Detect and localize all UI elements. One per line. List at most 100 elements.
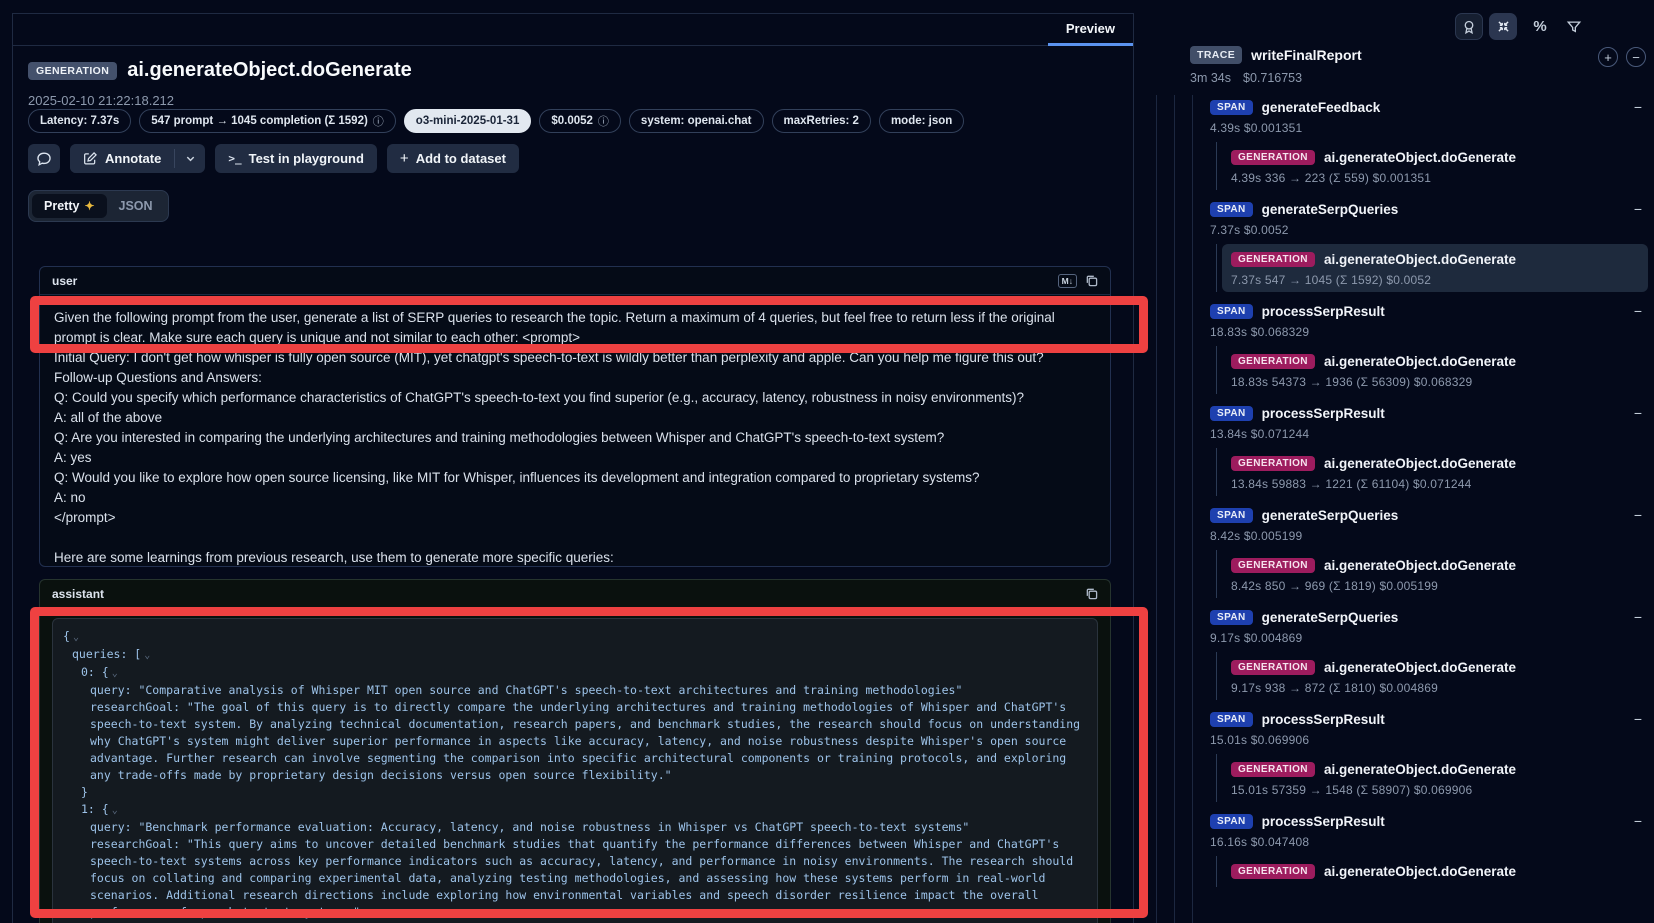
generation-title: ai.generateObject.doGenerate — [1324, 558, 1516, 573]
trace-tree-span-node[interactable]: SPAN generateSerpQueries − 9.17s $0.0048… — [1204, 607, 1654, 700]
scores-percent-button[interactable]: % — [1526, 13, 1554, 40]
trace-tree-span-node[interactable]: SPAN processSerpResult − 16.16s $0.04740… — [1204, 811, 1654, 887]
trace-tree-span-node[interactable]: SPAN generateSerpQueries − 7.37s $0.0052… — [1204, 199, 1654, 292]
filter-button[interactable] — [1560, 13, 1588, 40]
trace-tree-span-node[interactable]: SPAN generateFeedback − 4.39s $0.001351 … — [1204, 97, 1654, 190]
collapse-node-icon[interactable]: − — [1634, 99, 1642, 115]
generation-title: ai.generateObject.doGenerate — [1324, 354, 1516, 369]
comment-button[interactable] — [28, 144, 60, 173]
generation-type-badge: GENERATION — [1231, 558, 1315, 573]
assistant-message-card: assistant {⌄queries: [⌄0: {⌄query: "Comp… — [39, 579, 1111, 923]
collapse-node-icon[interactable]: − — [1634, 507, 1642, 523]
json-line: researchGoal: "The goal of this query is… — [63, 699, 1087, 784]
span-title: processSerpResult — [1262, 406, 1385, 421]
generation-detail-panel: Preview GENERATION ai.generateObject.doG… — [12, 13, 1134, 923]
trace-duration: 3m 34s — [1190, 71, 1231, 85]
collapse-json-icon[interactable]: ⌄ — [144, 650, 150, 661]
collapse-node-icon[interactable]: − — [1634, 303, 1642, 319]
award-ribbon-icon — [1461, 19, 1477, 35]
trace-tree-generation-node[interactable]: GENERATION ai.generateObject.doGenerate … — [1222, 244, 1648, 292]
copy-icon[interactable] — [1085, 587, 1098, 600]
collapse-json-icon[interactable]: ⌄ — [73, 632, 79, 643]
span-title: generateSerpQueries — [1262, 508, 1399, 523]
sparkles-icon: ✦ — [84, 199, 94, 213]
copy-icon[interactable] — [1085, 274, 1098, 287]
span-title: processSerpResult — [1262, 712, 1385, 727]
annotate-button[interactable]: Annotate — [70, 144, 174, 173]
json-line: query: "Benchmark performance evaluation… — [63, 819, 1087, 836]
generation-title: ai.generateObject.doGenerate — [1324, 456, 1516, 471]
tab-pretty[interactable]: Pretty ✦ — [32, 194, 107, 218]
generation-title: ai.generateObject.doGenerate — [1324, 762, 1516, 777]
percent-icon: % — [1533, 18, 1546, 35]
collapse-node-icon[interactable]: − — [1634, 609, 1642, 625]
span-title: generateSerpQueries — [1262, 610, 1399, 625]
trace-tree-span-node[interactable]: SPAN processSerpResult − 15.01s $0.06990… — [1204, 709, 1654, 802]
markdown-toggle-icon[interactable]: M↓ — [1058, 274, 1077, 288]
user-message-card: user M↓ Given the following prompt from … — [39, 266, 1111, 567]
generation-type-badge: GENERATION — [1231, 150, 1315, 165]
span-type-badge: SPAN — [1210, 814, 1253, 829]
generation-type-badge: GENERATION — [1231, 660, 1315, 675]
tab-preview[interactable]: Preview — [1048, 14, 1133, 46]
generation-metrics: 18.83s 54373 → 1936 (Σ 56309) $0.068329 — [1231, 375, 1639, 389]
generation-metrics: 8.42s 850 → 969 (Σ 1819) $0.005199 — [1231, 579, 1639, 593]
observation-type-badge: GENERATION — [28, 62, 117, 80]
add-to-dataset-button[interactable]: + Add to dataset — [387, 144, 519, 173]
chevron-down-icon — [185, 153, 196, 164]
trace-tree-generation-node[interactable]: GENERATION ai.generateObject.doGenerate … — [1222, 550, 1648, 598]
generation-type-badge: GENERATION — [1231, 354, 1315, 369]
span-metrics: 13.84s $0.071244 — [1210, 427, 1654, 441]
json-line: researchGoal: "This query aims to uncove… — [63, 836, 1087, 921]
metadata-pill: mode: json — [879, 109, 964, 133]
trace-tree-span-node[interactable]: SPAN processSerpResult − 13.84s $0.07124… — [1204, 403, 1654, 496]
collapse-json-icon[interactable]: ⌄ — [112, 805, 118, 816]
span-title: generateFeedback — [1262, 100, 1381, 115]
page-title: ai.generateObject.doGenerate — [127, 59, 412, 82]
metadata-pill: maxRetries: 2 — [772, 109, 871, 133]
tree-indent-guide — [1192, 95, 1193, 923]
generation-metrics: 7.37s 547 → 1045 (Σ 1592) $0.0052 — [1231, 273, 1639, 287]
trace-tree-generation-node[interactable]: GENERATION ai.generateObject.doGenerate … — [1222, 142, 1648, 190]
terminal-icon: >_ — [228, 152, 241, 165]
toolbar: Annotate >_ Test in playground + Add to … — [28, 144, 519, 173]
generation-type-badge: GENERATION — [1231, 456, 1315, 471]
collapse-all-button[interactable]: − — [1626, 47, 1646, 67]
trace-tree-span-node[interactable]: SPAN generateSerpQueries − 8.42s $0.0051… — [1204, 505, 1654, 598]
trace-tree-generation-node[interactable]: GENERATION ai.generateObject.doGenerate … — [1222, 754, 1648, 802]
expand-all-button[interactable]: + — [1598, 47, 1618, 67]
trace-tree-generation-node[interactable]: GENERATION ai.generateObject.doGenerate — [1222, 856, 1648, 887]
pencil-square-icon — [83, 151, 98, 166]
trace-metrics: 3m 34s $0.716753 — [1190, 71, 1302, 85]
trace-tree-generation-node[interactable]: GENERATION ai.generateObject.doGenerate … — [1222, 652, 1648, 700]
test-in-playground-button[interactable]: >_ Test in playground — [215, 144, 377, 173]
collapse-panel-button[interactable] — [1489, 13, 1517, 40]
trace-cost: $0.716753 — [1243, 71, 1302, 85]
generation-title: ai.generateObject.doGenerate — [1324, 150, 1516, 165]
info-icon[interactable]: ⓘ — [373, 113, 384, 129]
collapse-node-icon[interactable]: − — [1634, 405, 1642, 421]
trace-tree-span-node[interactable]: SPAN processSerpResult − 18.83s $0.06832… — [1204, 301, 1654, 394]
info-icon[interactable]: ⓘ — [598, 113, 609, 129]
metadata-pill: $0.0052ⓘ — [539, 109, 621, 133]
metadata-pill: 547 prompt → 1045 completion (Σ 1592)ⓘ — [139, 109, 396, 133]
trace-tree-generation-node[interactable]: GENERATION ai.generateObject.doGenerate … — [1222, 346, 1648, 394]
collapse-node-icon[interactable]: − — [1634, 711, 1642, 727]
collapse-icon — [1496, 19, 1511, 34]
json-line: {⌄ — [63, 628, 1087, 646]
trace-tree-generation-node[interactable]: GENERATION ai.generateObject.doGenerate … — [1222, 448, 1648, 496]
generation-metrics: 13.84s 59883 → 1221 (Σ 61104) $0.071244 — [1231, 477, 1639, 491]
collapse-node-icon[interactable]: − — [1634, 813, 1642, 829]
annotation-queue-button[interactable] — [1455, 13, 1483, 40]
generation-type-badge: GENERATION — [1231, 864, 1315, 879]
view-mode-switch: Pretty ✦ JSON — [28, 190, 169, 222]
generation-title: ai.generateObject.doGenerate — [1324, 660, 1516, 675]
json-line: } — [63, 784, 1087, 801]
annotate-dropdown-button[interactable] — [175, 144, 205, 173]
plus-icon: + — [400, 150, 409, 167]
collapse-node-icon[interactable]: − — [1634, 201, 1642, 217]
tab-json[interactable]: JSON — [107, 194, 165, 218]
collapse-json-icon[interactable]: ⌄ — [112, 668, 118, 679]
span-type-badge: SPAN — [1210, 508, 1253, 523]
span-title: processSerpResult — [1262, 304, 1385, 319]
